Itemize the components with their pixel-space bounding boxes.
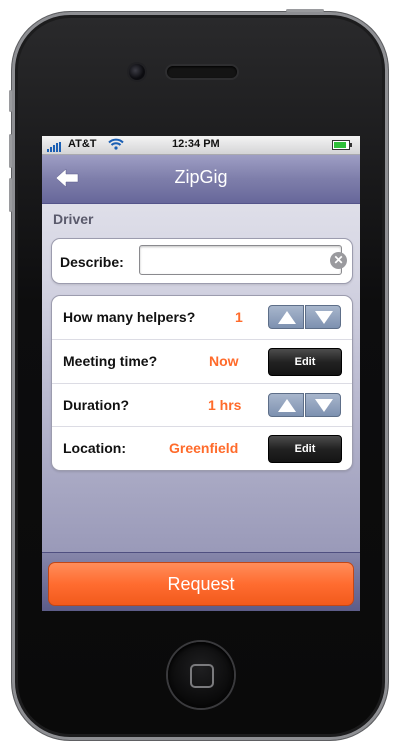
up-arrow-icon	[278, 311, 296, 324]
describe-label: Describe:	[60, 254, 124, 270]
duration-label: Duration?	[63, 397, 130, 413]
page-title: ZipGig	[174, 167, 228, 187]
carrier-name: AT&T	[68, 138, 97, 150]
location-value: Greenfield	[169, 440, 239, 456]
duration-decrement-button[interactable]	[305, 393, 341, 417]
row-duration: Duration? 1 hrs	[52, 383, 352, 427]
helpers-value: 1	[235, 309, 243, 325]
wifi-icon	[108, 138, 124, 153]
options-list: How many helpers? 1 Meeting time? Now Ed…	[51, 295, 353, 471]
row-location: Location: Greenfield Edit	[52, 426, 352, 470]
home-square-icon	[190, 664, 214, 688]
meeting-time-label: Meeting time?	[63, 353, 158, 369]
duration-value: 1 hrs	[208, 397, 242, 413]
front-camera	[129, 64, 145, 80]
down-arrow-icon	[315, 311, 333, 324]
helpers-decrement-button[interactable]	[305, 305, 341, 329]
down-arrow-icon	[315, 399, 333, 412]
meeting-time-edit-button[interactable]: Edit	[268, 348, 342, 376]
mute-switch	[9, 90, 12, 112]
section-header-driver: Driver	[53, 211, 94, 227]
helpers-label: How many helpers?	[63, 309, 196, 325]
duration-stepper	[268, 393, 342, 417]
status-time: 12:34 PM	[172, 138, 220, 150]
battery-icon	[332, 140, 352, 150]
row-helpers: How many helpers? 1	[52, 296, 352, 339]
navigation-bar: ZipGig	[42, 155, 360, 204]
location-label: Location:	[63, 440, 126, 456]
request-button[interactable]: Request	[48, 562, 354, 606]
location-edit-button[interactable]: Edit	[268, 435, 342, 463]
meeting-time-value: Now	[209, 353, 239, 369]
describe-input[interactable]	[139, 245, 342, 275]
up-arrow-icon	[278, 399, 296, 412]
status-bar: AT&T 12:34 PM	[42, 136, 360, 155]
volume-down-button	[9, 178, 12, 212]
earpiece-speaker	[167, 66, 237, 78]
describe-card: Describe: ✕	[51, 238, 353, 284]
row-meeting-time: Meeting time? Now Edit	[52, 339, 352, 383]
power-button	[286, 9, 324, 12]
volume-up-button	[9, 134, 12, 168]
clear-icon[interactable]: ✕	[330, 252, 347, 269]
bottom-toolbar: Request	[42, 552, 360, 611]
helpers-stepper	[268, 305, 342, 329]
app-screen: AT&T 12:34 PM ZipGig Driver Describe: ✕ …	[42, 136, 360, 611]
helpers-increment-button[interactable]	[268, 305, 304, 329]
signal-strength-icon	[47, 140, 62, 152]
home-button[interactable]	[168, 642, 234, 708]
duration-increment-button[interactable]	[268, 393, 304, 417]
